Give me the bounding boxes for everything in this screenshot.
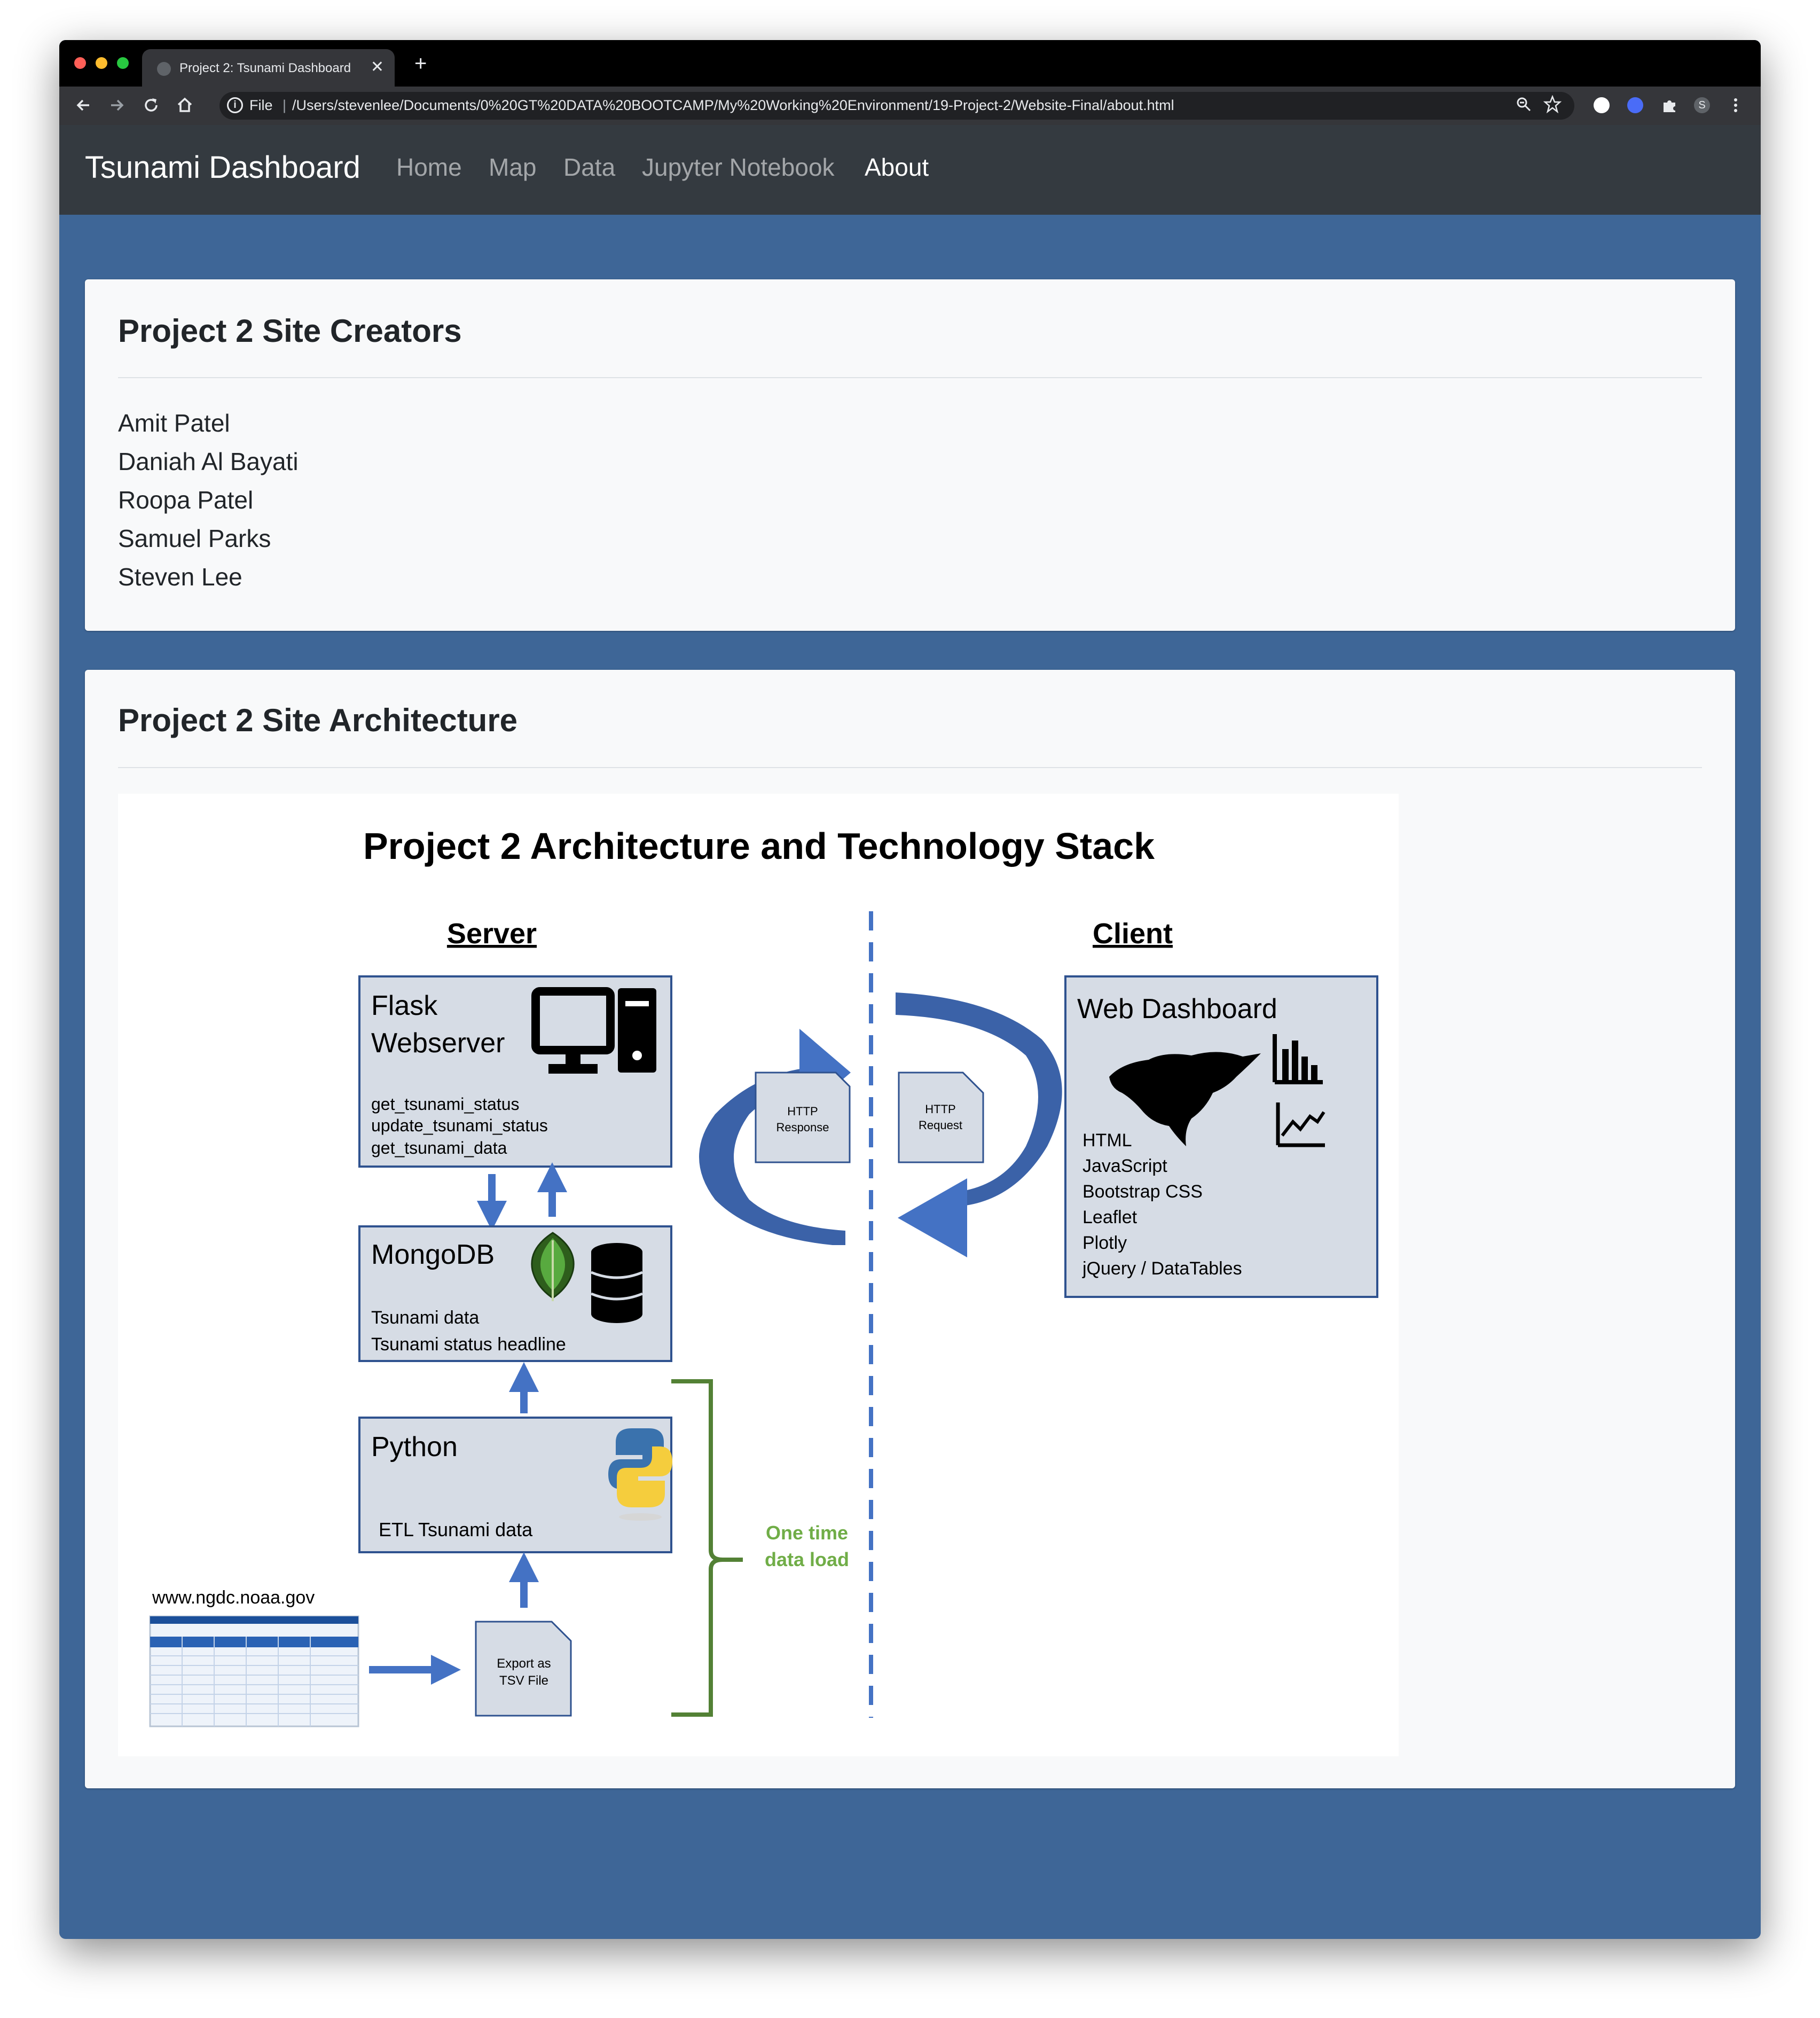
new-tab-button[interactable]: + [414, 52, 427, 76]
http-response-document: HTTP Response [755, 1071, 851, 1163]
client-label: Client [1093, 918, 1173, 950]
python-title: Python [371, 1432, 458, 1462]
divider [118, 377, 1702, 378]
info-icon[interactable]: i [227, 97, 243, 113]
one-time-label: data load [765, 1548, 849, 1570]
mongodb-line: Tsunami data [371, 1308, 479, 1328]
creators-card-title: Project 2 Site Creators [118, 313, 462, 349]
nav-data[interactable]: Data [563, 153, 615, 182]
bracket-icon [671, 1379, 743, 1717]
tab-title: Project 2: Tsunami Dashboard [179, 61, 351, 75]
tab-strip: Project 2: Tsunami Dashboard ✕ + [59, 40, 1761, 87]
forward-icon[interactable] [108, 96, 126, 114]
back-icon[interactable] [74, 96, 92, 114]
mongodb-box: MongoDB Tsunami data Tsunami status head… [358, 1225, 672, 1362]
flask-route: get_tsunami_data [371, 1138, 507, 1157]
navbar-brand[interactable]: Tsunami Dashboard [85, 150, 360, 185]
flask-webserver-box: Flask Webserver get_tsunami_status updat… [358, 975, 672, 1168]
export-label: TSV File [499, 1673, 548, 1688]
tech-item: Bootstrap CSS [1082, 1182, 1203, 1202]
tech-item: HTML [1082, 1130, 1132, 1151]
nav-map[interactable]: Map [489, 153, 536, 182]
browser-tab[interactable]: Project 2: Tsunami Dashboard ✕ [142, 49, 395, 87]
creator-name: Amit Patel [118, 409, 230, 437]
flask-route: update_tsunami_status [371, 1116, 548, 1135]
divider [118, 767, 1702, 768]
bookmark-star-icon[interactable] [1543, 95, 1562, 113]
creators-card: Project 2 Site Creators Amit Patel Dania… [85, 279, 1735, 631]
export-tsv-document: Export as TSV File [475, 1621, 572, 1717]
creator-name: Steven Lee [118, 563, 242, 591]
globe-icon [157, 62, 171, 76]
server-label: Server [447, 918, 537, 950]
reload-icon[interactable] [142, 96, 160, 114]
extension-icon[interactable] [1594, 97, 1610, 113]
zoom-icon[interactable] [1516, 96, 1532, 112]
web-dashboard-title: Web Dashboard [1077, 994, 1277, 1024]
architecture-diagram-svg: Project 2 Architecture and Technology St… [149, 825, 1378, 1727]
extension-icon[interactable] [1627, 97, 1643, 113]
nav-home[interactable]: Home [396, 153, 462, 182]
address-bar[interactable]: i File | /Users/stevenlee/Documents/0%20… [219, 92, 1574, 120]
close-tab-icon[interactable]: ✕ [371, 58, 384, 76]
nav-jupyter-notebook[interactable]: Jupyter Notebook [642, 153, 835, 182]
http-response-label: HTTP [787, 1105, 818, 1118]
browser-window: Project 2: Tsunami Dashboard ✕ + i File … [59, 40, 1761, 1939]
http-request-document: HTTP Request [898, 1071, 984, 1163]
flask-title: Flask [371, 990, 438, 1021]
flask-title: Webserver [371, 1028, 505, 1059]
address-separator: | [283, 97, 287, 113]
address-scheme: File [249, 97, 273, 113]
home-icon[interactable] [176, 96, 194, 114]
one-time-label: One time [766, 1522, 848, 1544]
tech-item: Leaflet [1082, 1207, 1138, 1227]
http-response-label: Response [776, 1121, 829, 1134]
tech-item: Plotly [1082, 1233, 1127, 1253]
architecture-diagram: Project 2 Architecture and Technology St… [118, 794, 1399, 1756]
menu-icon[interactable] [1733, 96, 1738, 114]
source-site-label: www.ngdc.noaa.gov [152, 1587, 315, 1608]
export-label: Export as [497, 1656, 551, 1671]
creator-name: Roopa Patel [118, 486, 254, 514]
noaa-table-thumbnail [149, 1615, 359, 1727]
creator-name: Daniah Al Bayati [118, 448, 299, 475]
architecture-card-title: Project 2 Site Architecture [118, 702, 518, 738]
minimize-window-button[interactable] [96, 57, 107, 69]
browser-toolbar: i File | /Users/stevenlee/Documents/0%20… [59, 87, 1761, 125]
curved-arrow-head-icon [898, 1178, 967, 1257]
mongodb-line: Tsunami status headline [371, 1334, 566, 1355]
http-request-label: HTTP [925, 1102, 955, 1116]
address-url[interactable]: /Users/stevenlee/Documents/0%20GT%20DATA… [292, 97, 1174, 114]
http-request-label: Request [919, 1118, 962, 1132]
close-window-button[interactable] [74, 57, 86, 69]
creator-name: Samuel Parks [118, 525, 271, 552]
web-dashboard-box: Web Dashboard HTML JavaScript Bootstrap … [1064, 975, 1378, 1298]
diagram-title: Project 2 Architecture and Technology St… [363, 825, 1155, 867]
tech-item: jQuery / DataTables [1082, 1258, 1242, 1279]
site-navbar: Tsunami Dashboard Home Map Data Jupyter … [59, 125, 1761, 215]
puzzle-icon[interactable] [1660, 96, 1678, 114]
python-box: Python ETL Tsunami data [358, 1417, 672, 1553]
python-line: ETL Tsunami data [379, 1519, 533, 1540]
architecture-card: Project 2 Site Architecture Project 2 Ar… [85, 670, 1735, 1788]
flask-route: get_tsunami_status [371, 1094, 520, 1114]
database-icon [591, 1243, 643, 1323]
zoom-window-button[interactable] [117, 57, 129, 69]
profile-avatar[interactable]: S [1694, 97, 1710, 113]
nav-about[interactable]: About [865, 153, 929, 182]
tech-item: JavaScript [1082, 1156, 1167, 1176]
mongodb-title: MongoDB [371, 1239, 495, 1270]
